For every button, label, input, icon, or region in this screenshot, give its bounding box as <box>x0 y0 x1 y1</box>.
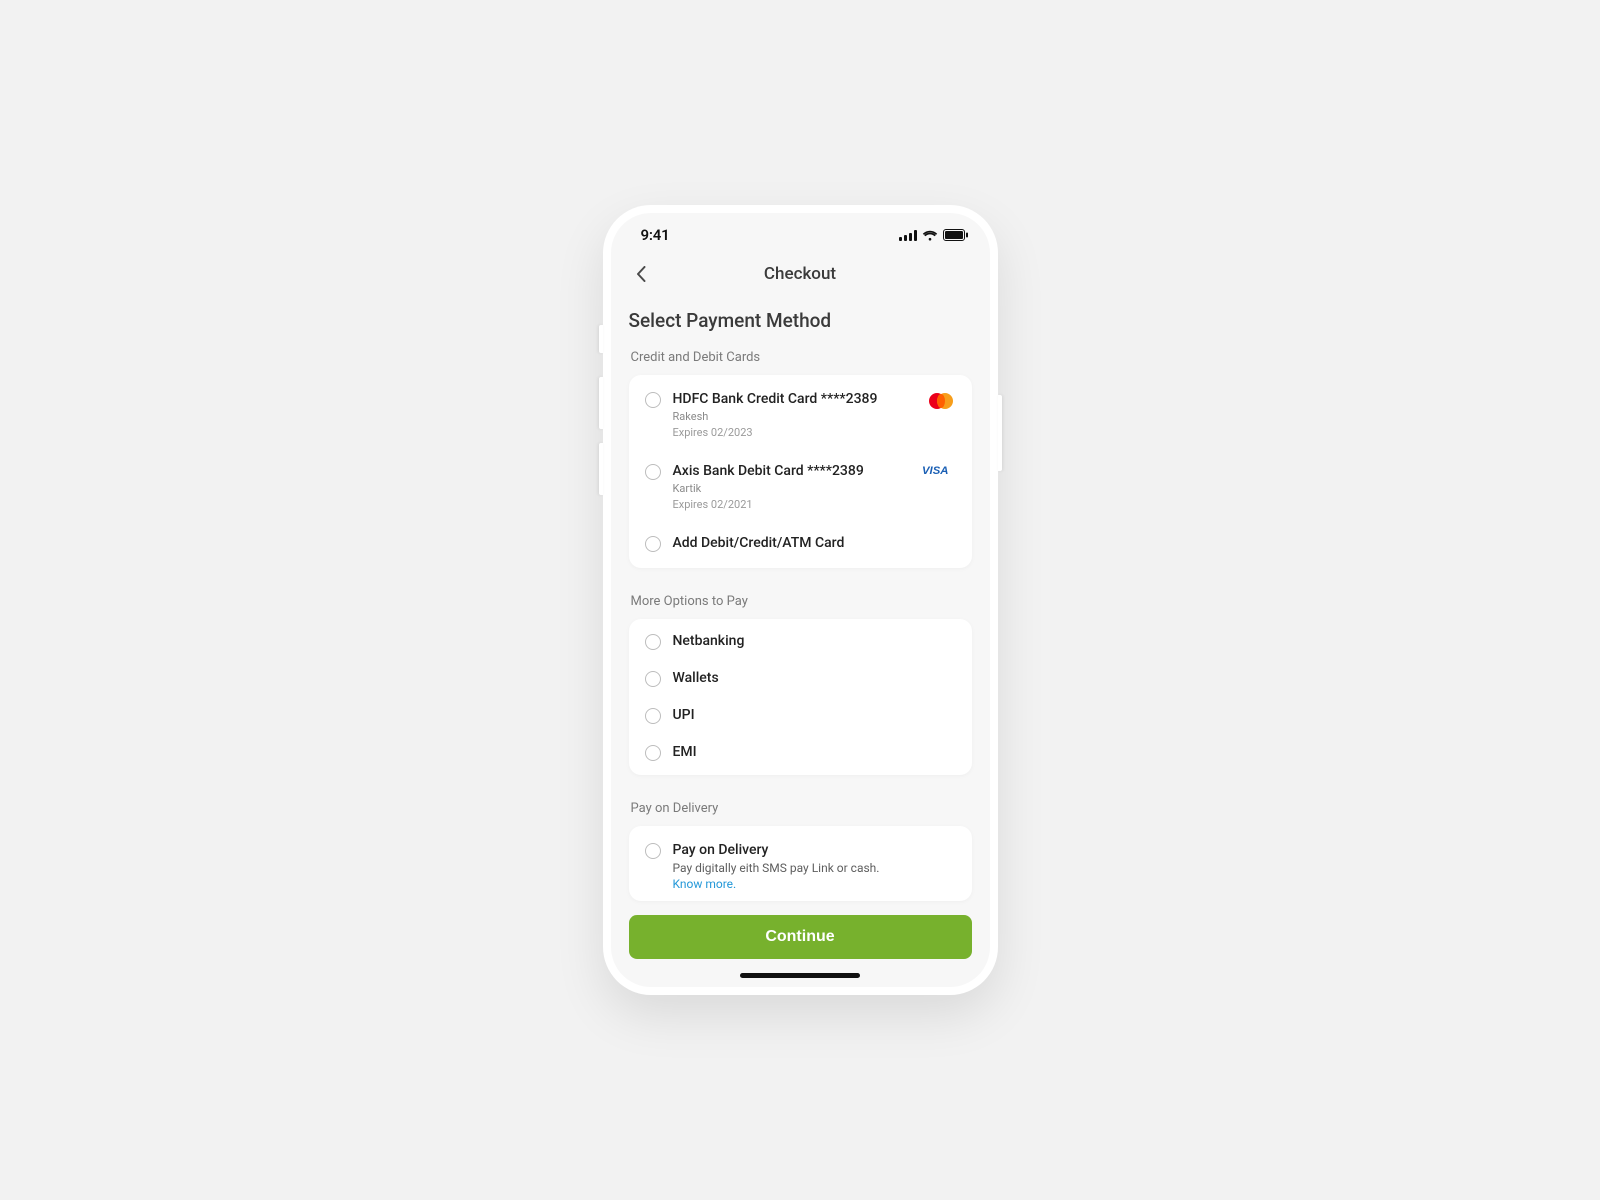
pod-body: Pay on Delivery Pay digitally eith SMS p… <box>673 842 956 891</box>
section-label-pod: Pay on Delivery <box>631 801 972 816</box>
payment-option-card-hdfc[interactable]: HDFC Bank Credit Card ****2389 Rakesh Ex… <box>629 379 972 451</box>
pod-desc: Pay digitally eith SMS pay Link or cash. <box>673 861 956 875</box>
radio-icon <box>645 671 661 687</box>
status-icons <box>899 229 968 241</box>
payment-option-card-axis[interactable]: Axis Bank Debit Card ****2389 Kartik Exp… <box>629 451 972 523</box>
option-label: Wallets <box>673 670 956 686</box>
wifi-icon <box>922 230 938 241</box>
hw-volume-down <box>599 443 603 495</box>
row-body: Add Debit/Credit/ATM Card <box>673 535 956 551</box>
home-indicator[interactable] <box>740 973 860 978</box>
nav-bar: Checkout <box>611 257 990 291</box>
option-label: Netbanking <box>673 633 956 649</box>
card-holder: Kartik <box>673 482 922 495</box>
continue-button[interactable]: Continue <box>629 915 972 959</box>
radio-icon <box>645 745 661 761</box>
payment-option-emi[interactable]: EMI <box>629 734 972 771</box>
cellular-icon <box>899 230 917 241</box>
radio-icon <box>645 464 661 480</box>
visa-icon: VISA <box>922 464 956 476</box>
pod-title: Pay on Delivery <box>673 842 956 858</box>
page-title: Select Payment Method <box>629 309 972 332</box>
payment-option-netbanking[interactable]: Netbanking <box>629 623 972 660</box>
svg-text:VISA: VISA <box>922 465 948 476</box>
radio-icon <box>645 392 661 408</box>
card-expiry: Expires 02/2021 <box>673 498 922 511</box>
hw-power-button <box>998 395 1002 471</box>
card-body: HDFC Bank Credit Card ****2389 Rakesh Ex… <box>673 391 922 439</box>
radio-icon <box>645 536 661 552</box>
continue-wrap: Continue <box>629 915 972 959</box>
payment-option-pod[interactable]: Pay on Delivery Pay digitally eith SMS p… <box>629 830 972 897</box>
hw-silent-switch <box>599 325 603 353</box>
add-card-row[interactable]: Add Debit/Credit/ATM Card <box>629 523 972 564</box>
section-label-cards: Credit and Debit Cards <box>631 350 972 365</box>
radio-icon <box>645 708 661 724</box>
radio-icon <box>645 634 661 650</box>
option-label: EMI <box>673 744 956 760</box>
add-card-label: Add Debit/Credit/ATM Card <box>673 535 956 551</box>
more-options-group: Netbanking Wallets UPI EMI <box>629 619 972 775</box>
phone-frame: 9:41 Checkout Select Payment Method Cred… <box>603 205 998 995</box>
card-title: Axis Bank Debit Card ****2389 <box>673 463 922 479</box>
pod-know-more-link[interactable]: Know more. <box>673 877 956 891</box>
nav-title: Checkout <box>611 264 990 284</box>
battery-icon <box>943 229 968 241</box>
payment-option-wallets[interactable]: Wallets <box>629 660 972 697</box>
option-label: UPI <box>673 707 956 723</box>
payment-option-upi[interactable]: UPI <box>629 697 972 734</box>
radio-icon <box>645 843 661 859</box>
section-label-more: More Options to Pay <box>631 594 972 609</box>
card-title: HDFC Bank Credit Card ****2389 <box>673 391 922 407</box>
pod-group: Pay on Delivery Pay digitally eith SMS p… <box>629 826 972 901</box>
cards-group: HDFC Bank Credit Card ****2389 Rakesh Ex… <box>629 375 972 568</box>
card-holder: Rakesh <box>673 410 922 423</box>
card-expiry: Expires 02/2023 <box>673 426 922 439</box>
status-time: 9:41 <box>641 226 670 244</box>
status-bar: 9:41 <box>611 213 990 257</box>
mastercard-icon <box>922 392 956 410</box>
card-body: Axis Bank Debit Card ****2389 Kartik Exp… <box>673 463 922 511</box>
content: Select Payment Method Credit and Debit C… <box>611 291 990 987</box>
screen: 9:41 Checkout Select Payment Method Cred… <box>611 213 990 987</box>
hw-volume-up <box>599 377 603 429</box>
